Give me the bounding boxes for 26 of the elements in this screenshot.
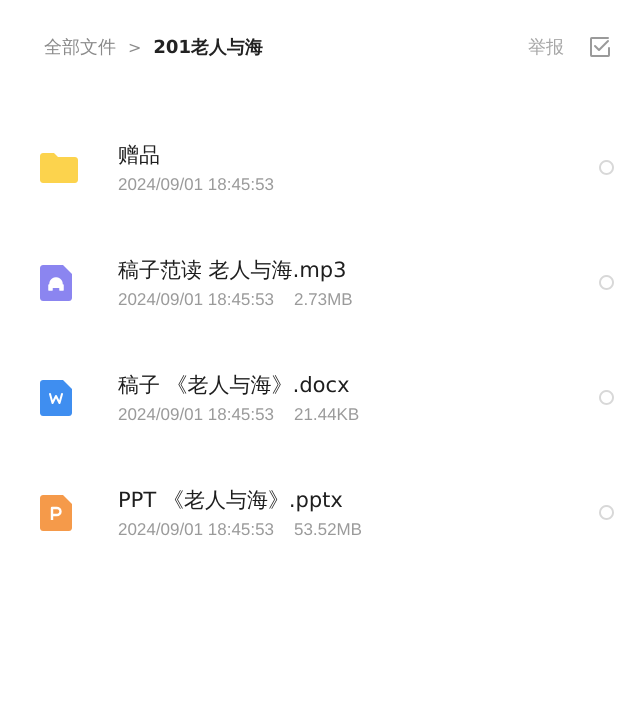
file-row[interactable]: PPT 《老人与海》.pptx 2024/09/01 18:45:53 53.52MB	[0, 455, 640, 570]
file-date: 2024/09/01 18:45:53	[118, 404, 274, 424]
file-size: 21.44KB	[294, 404, 360, 424]
file-row[interactable]: 稿子范读 老人与海.mp3 2024/09/01 18:45:53 2.73MB	[0, 225, 640, 340]
file-date: 2024/09/01 18:45:53	[118, 174, 274, 194]
file-row[interactable]: 稿子 《老人与海》.docx 2024/09/01 18:45:53 21.44KB	[0, 340, 640, 455]
file-date: 2024/09/01 18:45:53	[118, 290, 274, 310]
file-name: 稿子 《老人与海》.docx	[118, 372, 351, 398]
file-row[interactable]: 赠品 2024/09/01 18:45:53	[0, 110, 640, 225]
file-name: 赠品	[118, 142, 161, 168]
file-name: PPT 《老人与海》.pptx	[118, 486, 344, 514]
breadcrumb-separator: >	[128, 38, 142, 56]
file-date: 2024/09/01 18:45:53	[118, 520, 274, 540]
folder-icon	[40, 152, 78, 182]
current-folder-title: 201老人与海	[153, 36, 263, 59]
audio-file-icon	[40, 264, 72, 300]
file-size: 2.73MB	[294, 290, 353, 310]
select-radio[interactable]	[599, 160, 614, 175]
select-radio[interactable]	[599, 275, 614, 290]
file-size: 53.52MB	[294, 520, 362, 540]
slides-file-icon	[40, 494, 72, 530]
file-name: 稿子范读 老人与海.mp3	[118, 256, 348, 284]
word-file-icon	[40, 380, 72, 416]
select-radio[interactable]	[599, 505, 614, 520]
multi-select-icon[interactable]	[588, 35, 612, 59]
select-radio[interactable]	[599, 390, 614, 405]
